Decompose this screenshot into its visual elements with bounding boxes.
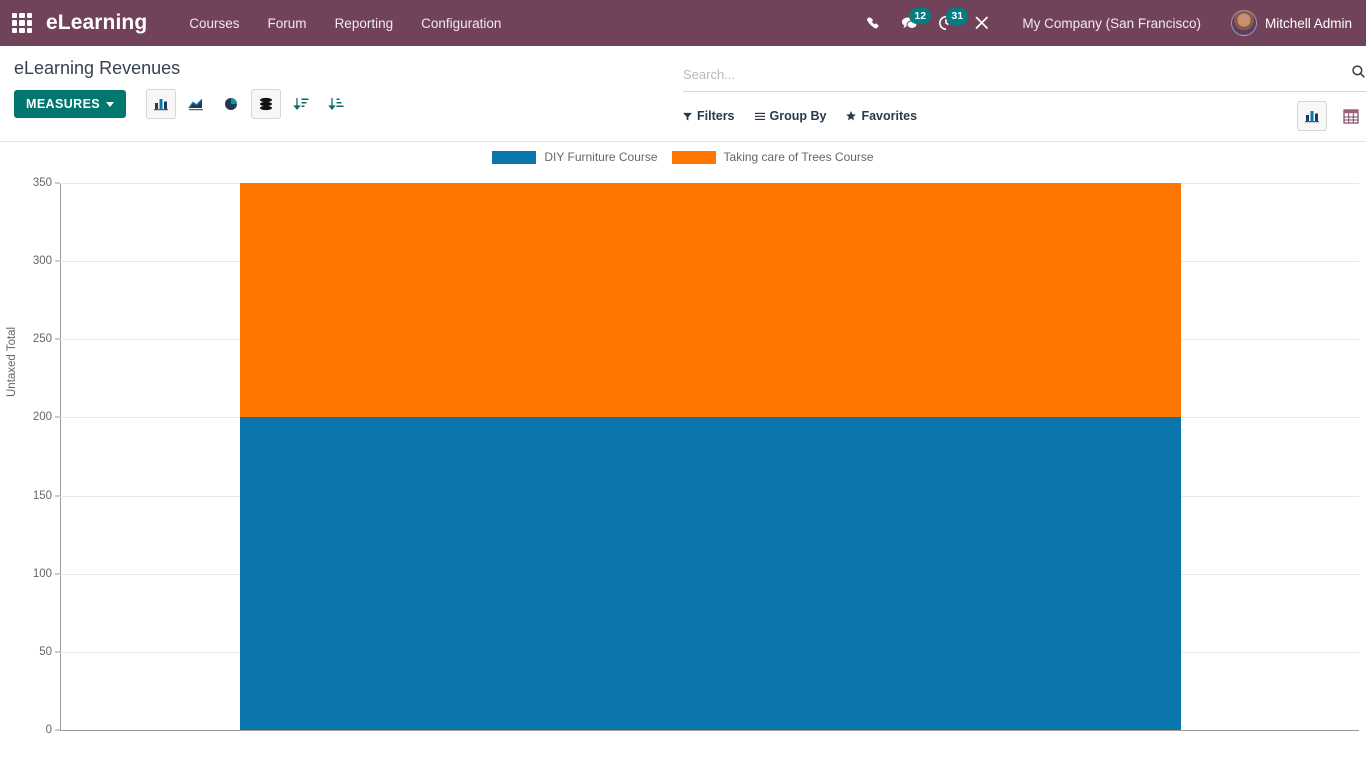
chevron-down-icon [106,102,114,107]
legend-swatch [672,151,716,164]
main-menu: Courses Forum Reporting Configuration [175,10,515,37]
pivot-view-icon[interactable] [1336,101,1366,131]
menu-item-forum[interactable]: Forum [254,10,321,37]
filters-label: Filters [697,109,735,123]
group-by-label: Group By [770,109,827,123]
favorites-label: Favorites [861,109,917,123]
menu-item-courses[interactable]: Courses [175,10,253,37]
y-tick-mark [55,183,60,184]
y-tick-label: 250 [33,333,52,345]
stacked-icon[interactable] [251,89,281,119]
favorites-button[interactable]: Favorites [846,109,917,123]
y-tick-label: 200 [33,411,52,423]
menu-item-reporting[interactable]: Reporting [321,10,408,37]
measures-label: MEASURES [26,97,100,111]
y-tick-mark [55,339,60,340]
user-avatar [1231,10,1257,36]
user-menu[interactable]: Mitchell Admin [1217,10,1352,36]
legend-item[interactable]: DIY Furniture Course [492,150,657,164]
gridline [60,730,1359,731]
group-by-icon [755,112,765,121]
y-tick-label: 0 [46,724,52,736]
legend-label: Taking care of Trees Course [724,150,874,164]
y-tick-mark [55,417,60,418]
group-by-button[interactable]: Group By [755,109,827,123]
control-panel-right: Filters Group By Favorites [683,46,1366,141]
y-tick-label: 100 [33,568,52,580]
menu-item-configuration[interactable]: Configuration [407,10,515,37]
bar-chart-icon[interactable] [146,89,176,119]
y-axis-label: Untaxed Total [6,327,18,397]
filter-icon [683,112,692,121]
navbar-right: 12 31 My Company (San Francisco) Mitchel… [856,10,1352,36]
y-tick-label: 50 [39,646,52,658]
bar-segment[interactable] [240,183,1180,417]
legend-swatch [492,151,536,164]
wrench-icon[interactable] [964,15,1000,31]
graph-view-icon[interactable] [1297,101,1327,131]
app-brand[interactable]: eLearning [46,11,147,35]
user-name: Mitchell Admin [1265,16,1352,31]
filters-button[interactable]: Filters [683,109,735,123]
y-tick-mark [55,495,60,496]
graph-view: DIY Furniture Course Taking care of Trees… [0,142,1366,768]
star-icon [846,111,856,121]
y-tick-mark [55,573,60,574]
legend-item[interactable]: Taking care of Trees Course [672,150,874,164]
top-navbar: eLearning Courses Forum Reporting Config… [0,0,1366,46]
search-icon[interactable] [1343,64,1366,84]
view-switcher [1292,101,1366,131]
search-box[interactable] [683,58,1366,92]
chart-plot-area: 050100150200250300350 [60,183,1359,730]
messages-icon[interactable]: 12 [891,15,928,32]
y-tick-label: 300 [33,255,52,267]
legend-label: DIY Furniture Course [544,150,657,164]
clock-icon[interactable]: 31 [928,15,964,31]
chart-legend: DIY Furniture Course Taking care of Trees… [0,142,1366,172]
bar-segment[interactable] [240,417,1180,730]
bar-stack[interactable] [240,183,1180,730]
y-tick-label: 350 [33,177,52,189]
apps-grid-icon[interactable] [12,13,32,33]
y-tick-mark [55,261,60,262]
search-facets: Filters Group By Favorites [683,92,1366,141]
y-tick-mark [55,730,60,731]
y-tick-mark [55,651,60,652]
control-panel-left: eLearning Revenues MEASURES [0,46,683,129]
page-title: eLearning Revenues [14,58,683,79]
y-axis-line [60,183,61,730]
phone-icon[interactable] [856,16,891,31]
sort-ascending-icon[interactable] [321,89,351,119]
y-tick-label: 150 [33,490,52,502]
company-switcher[interactable]: My Company (San Francisco) [1000,16,1217,31]
measures-button[interactable]: MEASURES [14,90,126,118]
pie-chart-icon[interactable] [216,89,246,119]
chart-toolbar: MEASURES [14,89,683,129]
line-chart-icon[interactable] [181,89,211,119]
sort-descending-icon[interactable] [286,89,316,119]
search-input[interactable] [683,67,1343,82]
control-panel: eLearning Revenues MEASURES [0,46,1366,142]
